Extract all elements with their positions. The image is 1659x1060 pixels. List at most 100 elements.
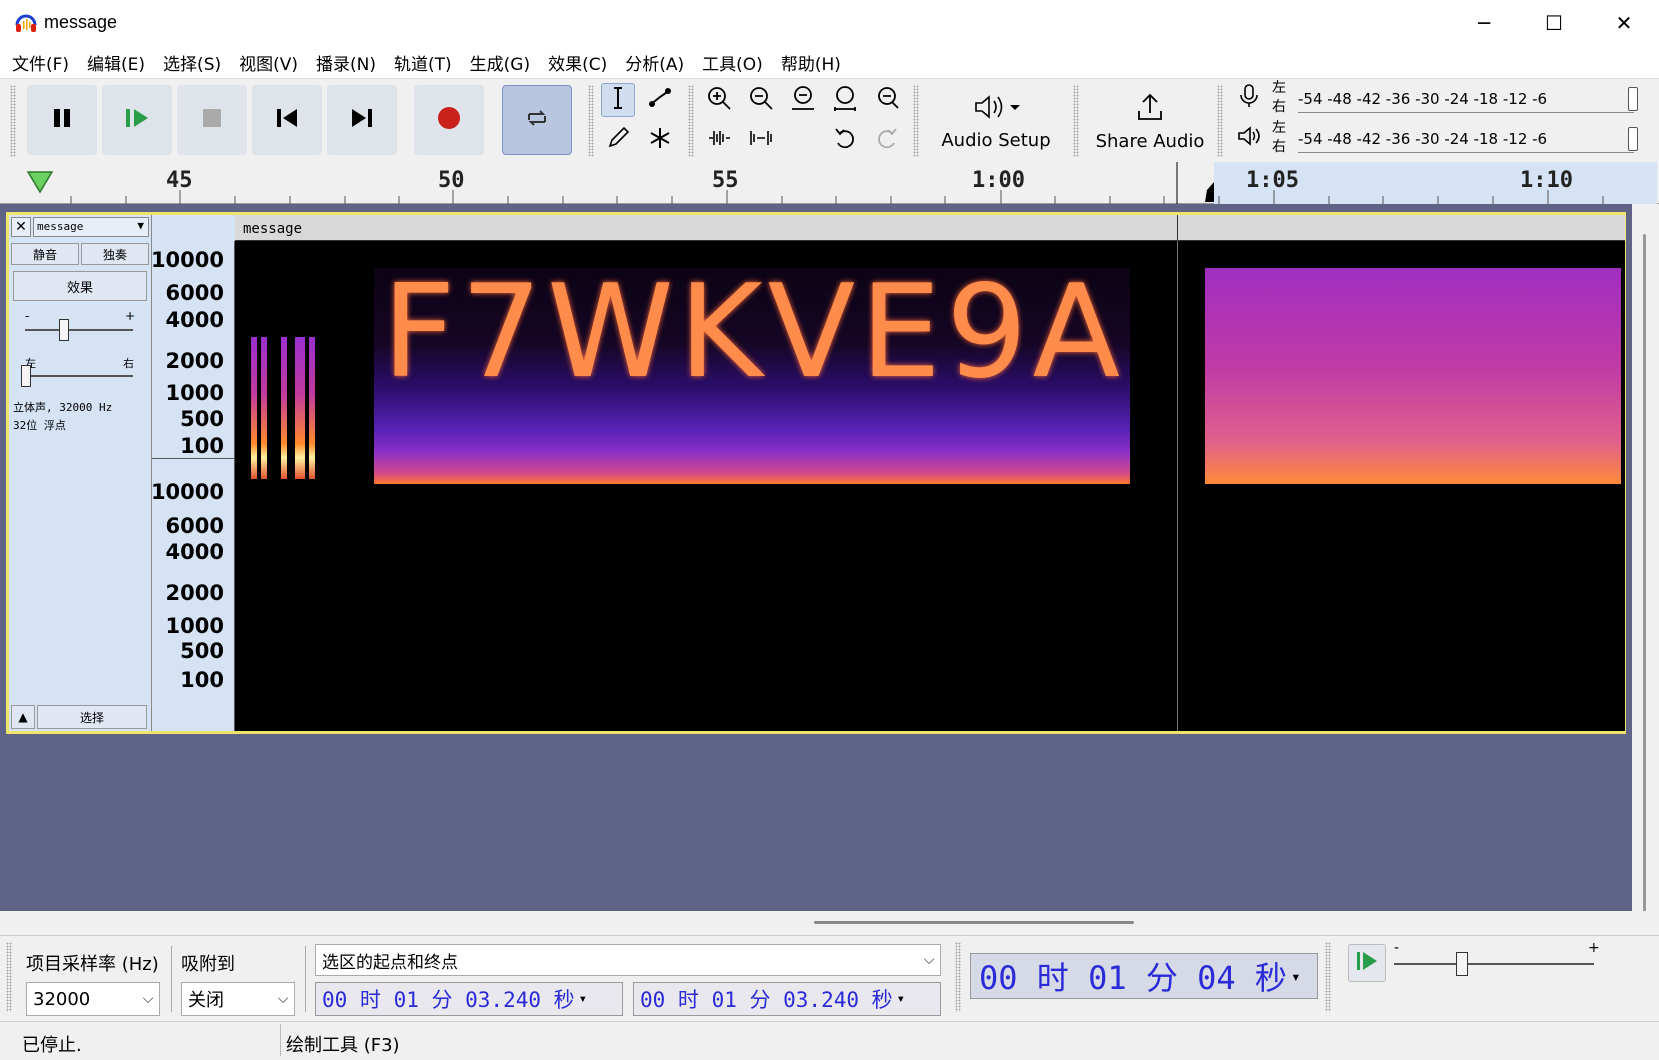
close-button[interactable]: ✕ [1589, 0, 1659, 46]
silence-audio-icon [748, 125, 774, 155]
menu-generate[interactable]: 生成(G) [462, 50, 538, 75]
chevron-up-icon: ▲ [18, 710, 28, 724]
menu-transport[interactable]: 播录(N) [308, 50, 384, 75]
menu-bar: 文件(F) 编辑(E) 选择(S) 视图(V) 播录(N) 轨道(T) 生成(G… [0, 46, 1659, 78]
undo-button[interactable] [828, 123, 862, 157]
audio-setup-button[interactable]: Audio Setup [927, 83, 1065, 159]
clip-header[interactable]: message [235, 215, 1625, 241]
share-audio-button[interactable]: Share Audio [1088, 83, 1212, 159]
loop-button[interactable] [502, 85, 572, 155]
track-close-button[interactable]: ✕ [11, 217, 31, 237]
selection-start-time[interactable]: 00 时 01 分 03.240 秒 ▾ [315, 982, 623, 1016]
track-name-menu[interactable]: message ▼ [33, 217, 149, 237]
freq-label: 1000 [165, 614, 224, 638]
playback-volume-slider[interactable] [1628, 127, 1638, 151]
frequency-axis[interactable]: 10000 6000 4000 2000 1000 500 100 10000 … [151, 215, 235, 731]
menu-analyze[interactable]: 分析(A) [617, 50, 692, 75]
horizontal-scrollbar[interactable] [0, 911, 1659, 935]
silence-button[interactable] [744, 123, 778, 157]
spectrogram-hidden-text: F7WKVE9A [382, 262, 1125, 402]
toolbar-grip[interactable] [10, 85, 16, 157]
chevron-down-icon: ▾ [1290, 966, 1301, 986]
draw-tool-button[interactable] [601, 123, 635, 157]
record-volume-slider[interactable] [1628, 87, 1638, 111]
horizontal-scrollbar-thumb[interactable] [814, 921, 1134, 924]
loop-icon [523, 104, 551, 136]
playback-meter-button[interactable] [1232, 121, 1266, 155]
envelope-icon [647, 85, 673, 115]
project-rate-label: 项目采样率 (Hz) [26, 954, 159, 975]
record-meter[interactable]: -54 -48 -42 -36 -30 -24 -18 -12 -6 [1298, 85, 1634, 113]
toolbar-grip[interactable] [6, 942, 12, 1012]
menu-tools[interactable]: 工具(O) [694, 50, 771, 75]
pause-button[interactable] [27, 85, 97, 155]
record-button[interactable] [414, 85, 484, 155]
minimize-button[interactable]: ─ [1449, 0, 1519, 46]
snap-to-select[interactable]: 关闭 ⌵ [181, 982, 295, 1016]
effects-button[interactable]: 效果 [13, 271, 147, 301]
fit-selection-button[interactable] [786, 83, 820, 117]
menu-effect[interactable]: 效果(C) [540, 50, 615, 75]
collapse-track-button[interactable]: ▲ [11, 705, 35, 729]
toolbar-grip[interactable] [913, 85, 919, 157]
toolbar-grip[interactable] [1217, 85, 1223, 157]
toolbar-grip[interactable] [1325, 942, 1331, 1012]
freq-label: 2000 [165, 349, 224, 373]
skip-end-button[interactable] [327, 85, 397, 155]
skip-start-button[interactable] [252, 85, 322, 155]
gain-slider-track[interactable] [25, 329, 133, 331]
clip-boundary-line [1177, 241, 1178, 731]
pan-slider-track[interactable] [25, 375, 133, 377]
maximize-button[interactable]: ☐ [1519, 0, 1589, 46]
toolbar-grip[interactable] [1073, 85, 1079, 157]
zoom-out-button[interactable] [744, 83, 778, 117]
toolbar-grip[interactable] [688, 85, 694, 157]
envelope-tool-button[interactable] [643, 83, 677, 117]
freq-label: 500 [180, 407, 224, 431]
freq-label: 500 [180, 639, 224, 663]
menu-file[interactable]: 文件(F) [4, 50, 77, 75]
menu-tracks[interactable]: 轨道(T) [386, 50, 460, 75]
trim-button[interactable] [702, 123, 736, 157]
toolbar: Audio Setup Share Audio 左 右 左 右 -54 -48 … [0, 78, 1659, 162]
record-meter-button[interactable] [1232, 81, 1266, 115]
selection-end-time[interactable]: 00 时 01 分 03.240 秒 ▾ [633, 982, 941, 1016]
audio-position-time[interactable]: 00 时 01 分 04 秒 ▾ [970, 953, 1318, 999]
toolbar-grip[interactable] [955, 942, 961, 1012]
zoom-toggle-button[interactable] [870, 83, 904, 117]
play-at-speed-button[interactable] [1348, 944, 1386, 982]
axis-header [152, 215, 235, 241]
speed-slider-track[interactable] [1394, 963, 1594, 965]
multi-tool-button[interactable] [643, 123, 677, 157]
skip-end-icon [350, 107, 374, 133]
zoom-in-button[interactable] [702, 83, 736, 117]
select-track-button[interactable]: 选择 [37, 705, 147, 729]
redo-button[interactable] [870, 123, 904, 157]
selection-mode-select[interactable]: 选区的起点和终点 ⌵ [315, 944, 941, 976]
playback-meter[interactable]: -54 -48 -42 -36 -30 -24 -18 -12 -6 [1298, 125, 1634, 153]
freq-label: 4000 [165, 540, 224, 564]
chevron-down-icon: ⌵ [277, 991, 289, 1007]
menu-help[interactable]: 帮助(H) [773, 50, 849, 75]
toolbar-grip[interactable] [588, 85, 594, 157]
stop-button[interactable] [177, 85, 247, 155]
solo-button[interactable]: 独奏 [81, 243, 149, 265]
menu-edit[interactable]: 编辑(E) [79, 50, 153, 75]
chevron-down-icon: ⌵ [142, 991, 154, 1007]
play-button[interactable] [102, 85, 172, 155]
gain-minus-label: - [25, 309, 30, 323]
vertical-scrollbar-thumb[interactable] [1643, 234, 1646, 914]
gain-slider-thumb[interactable] [59, 319, 69, 341]
speed-slider-thumb[interactable] [1456, 952, 1468, 976]
project-rate-select[interactable]: 32000 ⌵ [26, 982, 160, 1016]
status-tool: 绘制工具 (F3) [286, 1035, 400, 1056]
fit-project-button[interactable] [828, 83, 862, 117]
playhead-triangle-icon[interactable] [28, 170, 54, 192]
menu-view[interactable]: 视图(V) [231, 50, 306, 75]
spectrogram-view[interactable]: F7WKVE9A [235, 241, 1625, 731]
pan-slider-thumb[interactable] [21, 365, 31, 387]
mute-button[interactable]: 静音 [11, 243, 79, 265]
vertical-scrollbar[interactable] [1632, 204, 1659, 914]
menu-select[interactable]: 选择(S) [155, 50, 229, 75]
selection-tool-button[interactable] [601, 83, 635, 117]
